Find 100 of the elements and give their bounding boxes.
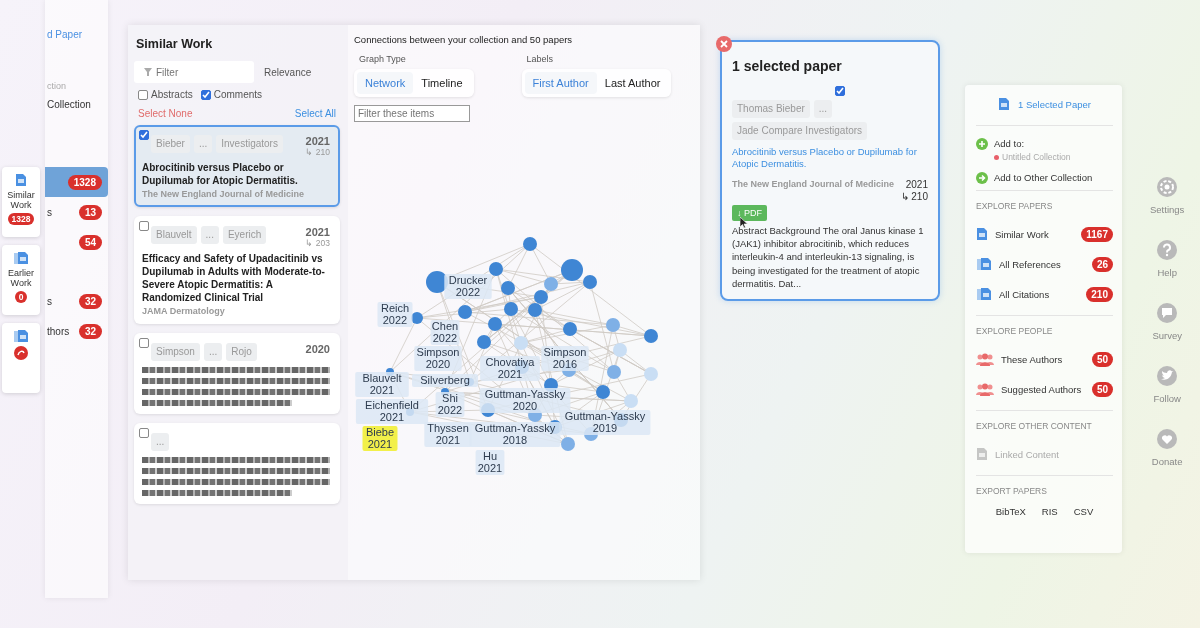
node-label[interactable]: Eichenfield 2021 bbox=[355, 399, 429, 424]
node-label[interactable]: Simpson 2020 bbox=[414, 346, 462, 371]
paper-card[interactable]: Simpson ... Rojo 2020 bbox=[134, 333, 340, 414]
graph-caption: Connections between your collection and 50 papers bbox=[354, 34, 574, 45]
node-label[interactable]: Reich 2022 bbox=[377, 302, 413, 327]
segment-button[interactable]: First Author bbox=[524, 72, 597, 94]
citation-count: ↳ 210 bbox=[305, 147, 330, 157]
sidebar-item[interactable]: 54 bbox=[45, 227, 108, 257]
section-title: EXPORT PAPERS bbox=[976, 486, 1048, 496]
panel-header[interactable]: 1 Selected Paper bbox=[1018, 98, 1091, 110]
count-badge: 50 bbox=[1091, 381, 1113, 397]
segment-button[interactable]: Network bbox=[357, 72, 414, 94]
paper-card[interactable]: Blauvelt ... Eyerich 2021 ↳ 203 Efficacy and Safety of Upadacitinib vs Dupilumab in Adults with Moderate-to-Severe Atopic Dermatitis: A Randomized Clinical Trial JAMA Dermatology bbox=[134, 216, 340, 324]
menu-item[interactable]: Similar Work bbox=[995, 228, 1049, 240]
card-title: 1 selected paper bbox=[732, 58, 843, 74]
segment-button[interactable]: Last Author bbox=[596, 72, 669, 94]
paper-year: 2021 bbox=[305, 135, 330, 147]
paper-year: 2020 bbox=[305, 343, 330, 355]
menu-item[interactable]: These Authors bbox=[1001, 353, 1063, 365]
segment-button[interactable]: Timeline bbox=[413, 72, 471, 94]
node-label[interactable]: Guttman-Yassky 2019 bbox=[559, 410, 651, 435]
sidebar-item[interactable]: Collection bbox=[45, 93, 108, 115]
sidebar-item[interactable]: 1328 bbox=[45, 167, 108, 197]
group-label: Graph Type bbox=[358, 54, 407, 64]
menu-item[interactable]: Suggested Authors bbox=[1001, 383, 1082, 395]
checkbox[interactable] bbox=[835, 86, 845, 96]
help-icon[interactable] bbox=[1156, 239, 1179, 261]
count-badge: 210 bbox=[1086, 286, 1113, 302]
side-tab[interactable] bbox=[2, 323, 40, 393]
sidebar-item[interactable]: thors 32 bbox=[45, 316, 108, 346]
paper-year: 2021 bbox=[904, 178, 928, 191]
side-tab[interactable]: Similar Work 1328 bbox=[2, 167, 40, 237]
node-label[interactable]: Drucker 2022 bbox=[444, 274, 492, 299]
checkbox-label[interactable]: Comments bbox=[213, 89, 263, 100]
checkbox[interactable] bbox=[138, 89, 148, 100]
arrow-icon[interactable] bbox=[976, 172, 988, 184]
document-icon bbox=[15, 173, 27, 187]
node-label[interactable]: Simpson 2016 bbox=[541, 346, 589, 371]
cursor-icon bbox=[740, 216, 748, 228]
people-icon bbox=[976, 382, 994, 396]
node-label[interactable]: Chovatiya 2021 bbox=[480, 356, 540, 381]
checkbox-label[interactable]: Abstracts bbox=[151, 89, 193, 100]
section-title: EXPLORE PEOPLE bbox=[976, 326, 1054, 336]
count-badge: 50 bbox=[1091, 351, 1113, 367]
node-label[interactable]: Guttman-Yassky 2018 bbox=[469, 422, 561, 447]
documents-icon bbox=[13, 329, 29, 343]
side-tab[interactable]: Earlier Work 0 bbox=[2, 245, 40, 315]
document-icon bbox=[998, 97, 1011, 111]
citation-count: ↳ 210 bbox=[900, 190, 928, 203]
count-badge: 26 bbox=[1091, 256, 1113, 272]
count-badge: 1167 bbox=[1081, 226, 1113, 242]
settings-icon[interactable] bbox=[1156, 176, 1179, 198]
citation-count: ↳ 203 bbox=[305, 238, 330, 248]
filter-field[interactable]: Filter these items bbox=[354, 105, 470, 122]
paper-year: 2021 bbox=[305, 226, 330, 238]
node-label[interactable]: Guttman-Yassky 2020 bbox=[479, 388, 571, 413]
add-to-label: Add to: bbox=[994, 138, 1026, 149]
export-link[interactable]: BibTeX bbox=[995, 506, 1026, 517]
section-title: EXPLORE PAPERS bbox=[976, 201, 1054, 211]
filter-field[interactable]: Filter bbox=[134, 61, 254, 83]
documents-icon bbox=[976, 287, 992, 301]
documents-icon bbox=[13, 251, 29, 265]
abstract-text: Abstract Background The oral Janus kinase 1 (JAK1) inhibitor abrocitinib, which reduces interleukin-4 and interleukin-13 signaling, is being investigated for the treatment of atopic dermatitis. Dat... bbox=[732, 223, 925, 291]
sidebar-item[interactable]: s 32 bbox=[45, 286, 108, 316]
menu-item[interactable]: All Citations bbox=[999, 288, 1050, 300]
filter-icon bbox=[144, 68, 152, 76]
documents-icon bbox=[976, 257, 992, 271]
journal-name: The New England Journal of Medicine bbox=[142, 189, 306, 199]
people-icon bbox=[976, 352, 994, 366]
plus-icon[interactable] bbox=[976, 138, 988, 150]
node-label[interactable]: Chen 2022 bbox=[430, 320, 460, 345]
checkbox[interactable] bbox=[139, 130, 149, 140]
paper-card[interactable]: Bieber ... Investigators 2021 ↳ 210 Abrocitinib versus Placebo or Dupilumab for Atopic Dermatitis. The New England Journal of Medicine bbox=[134, 125, 340, 207]
journal-name: JAMA Dermatology bbox=[142, 306, 226, 316]
journal-name: The New England Journal of Medicine bbox=[732, 178, 895, 189]
document-icon bbox=[976, 447, 988, 461]
checkbox[interactable] bbox=[139, 428, 149, 438]
section-title: EXPLORE OTHER CONTENT bbox=[976, 421, 1093, 431]
close-icon[interactable] bbox=[716, 36, 732, 52]
chat-icon[interactable] bbox=[1156, 302, 1179, 324]
panel-title: Similar Work bbox=[136, 37, 214, 51]
export-link[interactable]: CSV bbox=[1073, 506, 1094, 517]
node-label[interactable]: Silverberg bbox=[412, 374, 478, 387]
node-label[interactable]: Blauvelt 2021 bbox=[355, 372, 409, 397]
node-label[interactable]: Thyssen 2021 bbox=[424, 422, 472, 447]
node-label[interactable]: Biebe 2021 bbox=[362, 426, 398, 451]
group-label: Labels bbox=[525, 54, 555, 64]
sort-option[interactable]: Relevance bbox=[264, 66, 312, 78]
node-label[interactable]: Hu 2021 bbox=[475, 450, 505, 475]
bird-icon[interactable] bbox=[1156, 365, 1179, 387]
checkbox[interactable] bbox=[139, 338, 149, 348]
export-link[interactable]: RIS bbox=[1041, 506, 1058, 517]
paper-title: Efficacy and Safety of Upadacitinib vs Dupilumab in Adults with Moderate-to-Severe Atopic Dermatitis: A Randomized Clinical Trial bbox=[142, 252, 326, 304]
alert-icon bbox=[14, 346, 28, 360]
menu-item[interactable]: All References bbox=[999, 258, 1061, 270]
checkbox[interactable] bbox=[139, 221, 149, 231]
add-other-link[interactable]: Add to Other Collection bbox=[994, 172, 1093, 183]
node-label[interactable]: Shi 2022 bbox=[435, 392, 465, 417]
checkbox[interactable] bbox=[200, 89, 211, 100]
sidebar-item[interactable]: s 13 bbox=[45, 197, 108, 227]
